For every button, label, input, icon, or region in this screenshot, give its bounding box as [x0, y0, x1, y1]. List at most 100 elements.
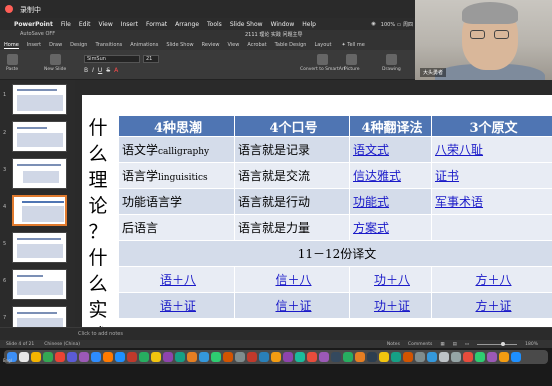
tab-insert[interactable]: Insert: [27, 42, 41, 48]
menu-item[interactable]: Window: [271, 21, 295, 28]
table-cell[interactable]: 方＋八: [431, 266, 552, 293]
tab-animations[interactable]: Animations: [130, 42, 158, 48]
dock-app-icon[interactable]: [19, 352, 29, 362]
table-cell[interactable]: 功能语言学: [118, 188, 235, 215]
combo-link[interactable]: 信＋八: [275, 273, 311, 287]
slide-table[interactable]: 4种思潮 4个口号 4种翻译法 3个原文 语文学calligraphy 语言就是…: [118, 115, 552, 319]
table-cell[interactable]: 信＋证: [234, 292, 350, 319]
menu-item[interactable]: Help: [302, 21, 316, 28]
table-link-cell[interactable]: 语文式: [349, 136, 432, 163]
table-cell[interactable]: 语言就是行动: [234, 188, 350, 215]
menu-item[interactable]: View: [98, 21, 112, 28]
table-header[interactable]: 3个原文: [431, 115, 552, 137]
tab-table-design[interactable]: Table Design: [275, 42, 307, 48]
dock-app-icon[interactable]: [343, 352, 353, 362]
slide-editor[interactable]: 什 么 理 论 ？ 什 么 实 践 4种思潮 4个口号 4种翻译法 3个原文 语…: [82, 95, 552, 327]
table-banner-cell[interactable]: 11－12份译文: [118, 240, 552, 267]
wifi-icon[interactable]: ◉: [371, 21, 375, 27]
slide-thumbnail[interactable]: [12, 84, 67, 115]
menu-item[interactable]: Arrange: [175, 21, 199, 28]
table-cell[interactable]: 语言学linguisitics: [118, 162, 235, 189]
dock-app-icon[interactable]: [403, 352, 413, 362]
dock-app-icon[interactable]: [415, 352, 425, 362]
dock-app-icon[interactable]: [115, 352, 125, 362]
comments-toggle[interactable]: Comments: [408, 342, 432, 347]
zoom-level[interactable]: 180%: [525, 342, 538, 347]
combo-link[interactable]: 功＋八: [374, 273, 410, 287]
table-cell[interactable]: 语言就是交流: [234, 162, 350, 189]
combo-link[interactable]: 语＋证: [160, 299, 196, 313]
menu-app-name[interactable]: PowerPoint: [14, 21, 53, 28]
dock-app-icon[interactable]: [487, 352, 497, 362]
dock-app-icon[interactable]: [295, 352, 305, 362]
table-link-cell[interactable]: 军事术语: [431, 188, 552, 215]
slide-thumbnail[interactable]: [12, 158, 67, 189]
dock-app-icon[interactable]: [259, 352, 269, 362]
menu-item[interactable]: Insert: [121, 21, 138, 28]
dock-app-icon[interactable]: [163, 352, 173, 362]
dock-app-icon[interactable]: [379, 352, 389, 362]
notes-pane[interactable]: Click to add notes: [0, 327, 552, 340]
table-header[interactable]: 4个口号: [234, 115, 350, 137]
table-link-cell[interactable]: 证书: [431, 162, 552, 189]
menu-item[interactable]: Format: [146, 21, 167, 28]
table-header[interactable]: 4种思潮: [118, 115, 235, 137]
dock-app-icon[interactable]: [187, 352, 197, 362]
vertical-title[interactable]: 什 么 理 论 ？ 什 么 实 践: [88, 115, 108, 327]
tab-acrobat[interactable]: Acrobat: [247, 42, 266, 48]
menu-item[interactable]: Slide Show: [230, 21, 263, 28]
tab-slide-show[interactable]: Slide Show: [166, 42, 193, 48]
menu-item[interactable]: Tools: [207, 21, 222, 28]
table-link-cell[interactable]: 方案式: [349, 214, 432, 241]
dock-app-icon[interactable]: [511, 352, 521, 362]
zoom-knob[interactable]: [501, 341, 506, 346]
table-cell[interactable]: 语＋八: [118, 266, 235, 293]
dock-app-icon[interactable]: [43, 352, 53, 362]
notes-toggle[interactable]: Notes: [387, 342, 400, 347]
combo-link[interactable]: 方＋证: [475, 299, 511, 313]
underline-button[interactable]: U: [98, 67, 102, 74]
tell-me-search[interactable]: ✦ Tell me: [341, 42, 364, 48]
table-link-cell[interactable]: 功能式: [349, 188, 432, 215]
table-cell[interactable]: 信＋八: [234, 266, 350, 293]
dock-app-icon[interactable]: [151, 352, 161, 362]
dock-app-icon[interactable]: [427, 352, 437, 362]
dock-app-icon[interactable]: [283, 352, 293, 362]
tab-transitions[interactable]: Transitions: [95, 42, 122, 48]
combo-link[interactable]: 功＋证: [374, 299, 410, 313]
tab-view[interactable]: View: [227, 42, 239, 48]
font-name-select[interactable]: SimSun: [84, 55, 140, 63]
tab-layout[interactable]: Layout: [314, 42, 331, 48]
dock-app-icon[interactable]: [307, 352, 317, 362]
close-icon[interactable]: [5, 5, 13, 13]
dock-app-icon[interactable]: [271, 352, 281, 362]
dock-app-icon[interactable]: [79, 352, 89, 362]
dock-app-icon[interactable]: [235, 352, 245, 362]
dock-app-icon[interactable]: [463, 352, 473, 362]
zoom-slider[interactable]: [477, 341, 518, 346]
table-header[interactable]: 4种翻译法: [349, 115, 432, 137]
reading-view-icon[interactable]: ▭: [465, 342, 469, 347]
sorter-view-icon[interactable]: ▤: [453, 342, 457, 347]
dock-app-icon[interactable]: [211, 352, 221, 362]
table-cell[interactable]: 方＋证: [431, 292, 552, 319]
dock-app-icon[interactable]: [247, 352, 257, 362]
menu-item[interactable]: File: [61, 21, 71, 28]
drawing-button[interactable]: Drawing: [382, 54, 401, 72]
table-cell[interactable]: 后语言: [118, 214, 235, 241]
dock-app-icon[interactable]: [55, 352, 65, 362]
tab-design[interactable]: Design: [70, 42, 87, 48]
tab-home[interactable]: Home: [4, 42, 19, 49]
paste-button[interactable]: Paste: [6, 54, 18, 72]
table-cell[interactable]: 语言就是力量: [234, 214, 350, 241]
table-cell[interactable]: 语言就是记录: [234, 136, 350, 163]
dock-app-icon[interactable]: [331, 352, 341, 362]
tab-review[interactable]: Review: [202, 42, 220, 48]
dock-app-icon[interactable]: [127, 352, 137, 362]
slide-thumbnail[interactable]: [12, 269, 67, 300]
italic-button[interactable]: I: [92, 67, 94, 74]
table-link-cell[interactable]: 信达雅式: [349, 162, 432, 189]
new-slide-button[interactable]: New Slide: [44, 54, 66, 72]
dock-app-icon[interactable]: [199, 352, 209, 362]
menu-item[interactable]: Edit: [79, 21, 91, 28]
